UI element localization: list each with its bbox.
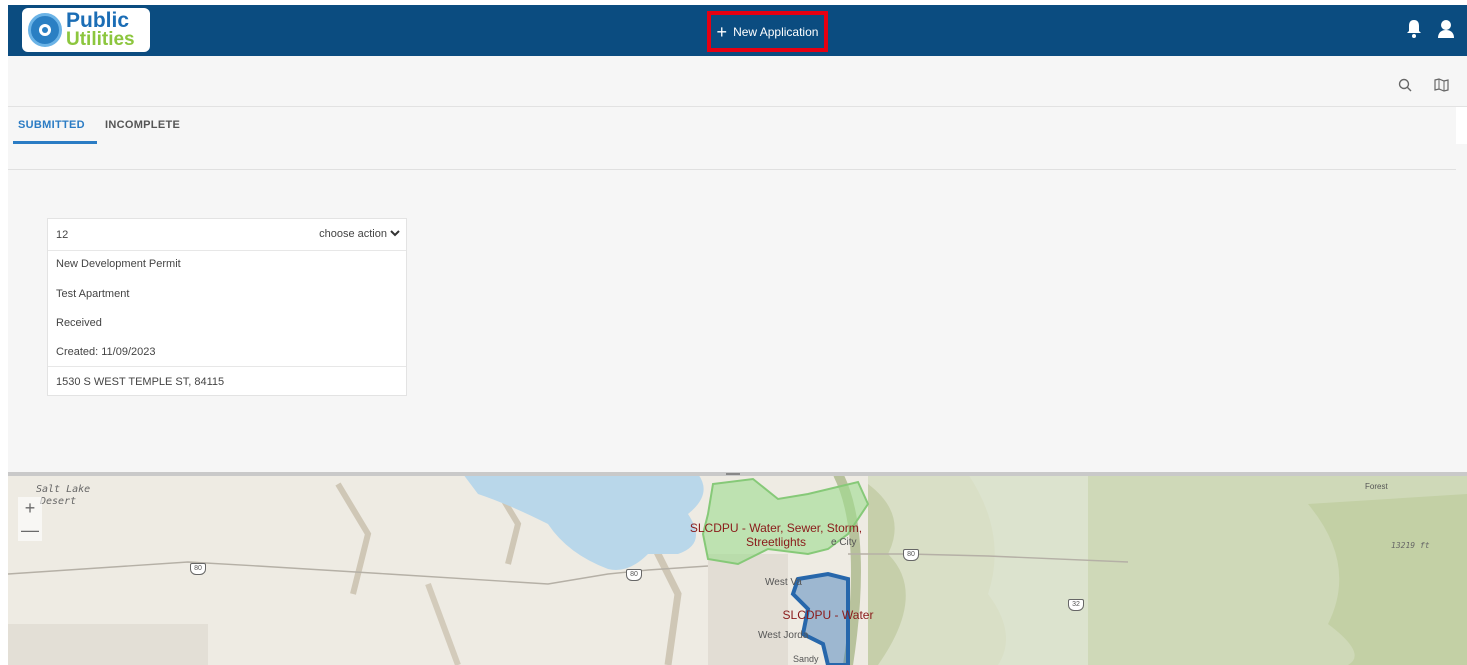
application-id: 12 (56, 229, 69, 241)
map-label-west-valley: West Va (765, 577, 802, 588)
zoom-in-button[interactable]: + (18, 497, 42, 519)
application-status: Received (56, 317, 102, 329)
district-label-water-sewer: SLCDPU - Water, Sewer, Storm, Streetligh… (689, 521, 863, 549)
card-header: 12 choose action (48, 219, 406, 251)
highway-shield: 80 (903, 549, 919, 561)
toolbar (8, 56, 1467, 107)
tab-incomplete[interactable]: INCOMPLETE (105, 119, 180, 131)
public-utilities-logo[interactable]: Public Utilities (22, 8, 150, 52)
logo-line1: Public (66, 9, 130, 32)
bell-icon[interactable] (1405, 19, 1423, 44)
map-icon[interactable] (1434, 78, 1449, 97)
map-label-sandy: Sandy (793, 654, 819, 664)
highway-shield: 80 (190, 563, 206, 575)
highway-shield: 32 (1068, 599, 1084, 611)
zoom-out-button[interactable]: — (18, 519, 42, 541)
district-label-water: SLCDPU - Water (782, 608, 874, 622)
chevron-down-icon (390, 228, 400, 240)
highway-shield: 80 (626, 569, 642, 581)
map-label-forest: Forest (1365, 482, 1388, 491)
logo-line2: Utilities (66, 28, 135, 50)
map-label-salt-lake: Salt Lake (36, 484, 91, 495)
plus-icon: + (716, 21, 728, 42)
divider (8, 169, 1456, 170)
app-header: Public Utilities + New Application (8, 5, 1467, 56)
application-tabs: SUBMITTED INCOMPLETE (8, 107, 1456, 145)
map-view[interactable]: Salt Lake Desert Forest 13219 ft West Va… (8, 474, 1467, 665)
map-label-desert: Desert (40, 496, 77, 507)
application-card: 12 choose action New Development Permit … (47, 218, 407, 396)
choose-action-label: choose action (319, 228, 387, 240)
new-application-button[interactable]: + New Application (707, 11, 828, 52)
choose-action-dropdown[interactable]: choose action (319, 228, 400, 240)
map-label-west-jordan: West Jorda (758, 630, 809, 641)
application-type: New Development Permit (56, 258, 181, 270)
map-basemap (8, 474, 1467, 665)
application-address: 1530 S WEST TEMPLE ST, 84115 (56, 376, 225, 388)
splitter-grip-icon[interactable] (726, 473, 740, 475)
map-label-elevation: 13219 ft (1391, 541, 1430, 550)
new-application-label: New Application (733, 24, 819, 39)
application-name: Test Apartment (56, 288, 130, 300)
zoom-controls: + — (18, 497, 42, 541)
search-icon[interactable] (1398, 78, 1412, 97)
user-icon[interactable] (1437, 19, 1455, 44)
created-date: Created: 11/09/2023 (56, 346, 156, 358)
seal-icon (28, 13, 62, 47)
tab-submitted[interactable]: SUBMITTED (18, 119, 85, 131)
divider (48, 366, 406, 367)
